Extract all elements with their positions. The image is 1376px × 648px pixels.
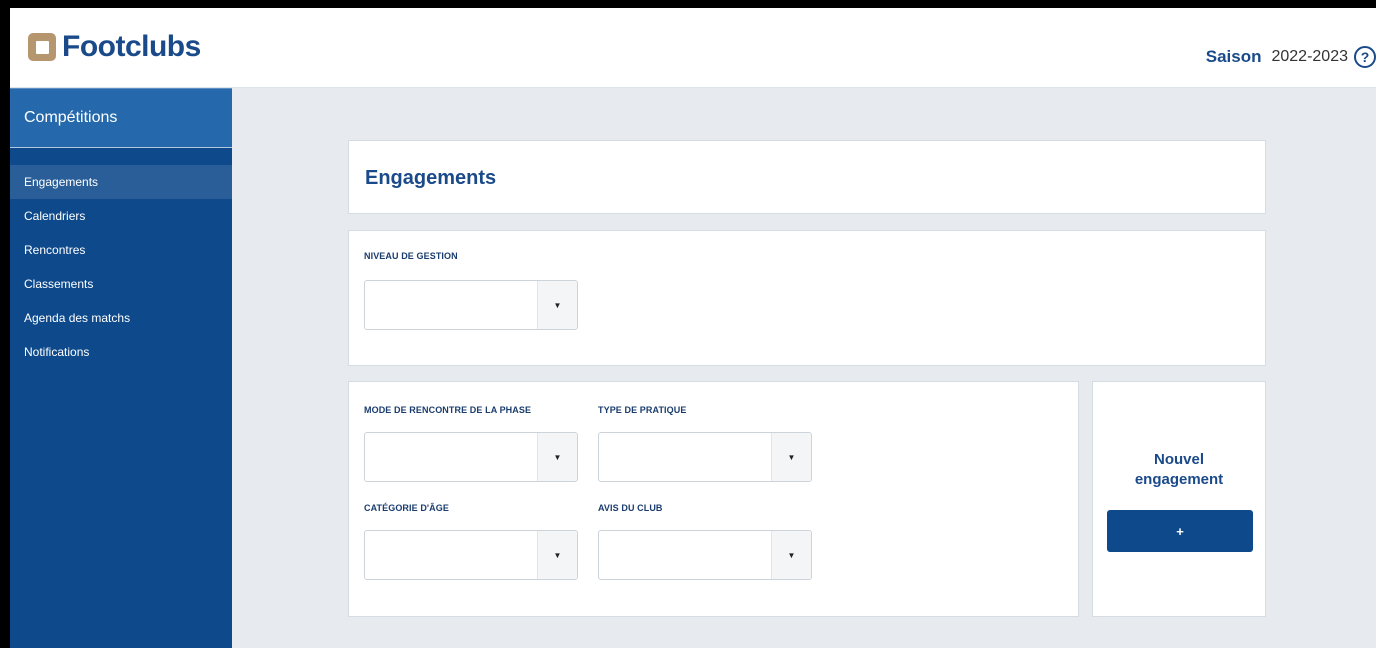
new-engagement-title-line2: engagement xyxy=(1134,471,1224,488)
sidebar-nav: Engagements Calendriers Rencontres Class… xyxy=(10,165,232,369)
chevron-down-icon[interactable]: ▼ xyxy=(537,433,577,481)
niveau-gestion-select[interactable]: ▼ xyxy=(364,280,578,330)
chevron-down-icon[interactable]: ▼ xyxy=(771,531,811,579)
sidebar-item-calendriers[interactable]: Calendriers xyxy=(10,199,232,233)
sidebar-item-classements[interactable]: Classements xyxy=(10,267,232,301)
new-engagement-title-line1: Nouvel xyxy=(1153,451,1204,468)
season-value: 2022-2023 xyxy=(1271,48,1348,65)
app-name: Footclubs xyxy=(62,30,201,63)
type-pratique-label: TYPE DE PRATIQUE xyxy=(598,405,687,415)
page-title: Engagements xyxy=(365,167,497,189)
mode-rencontre-label: MODE DE RENCONTRE DE LA PHASE xyxy=(364,405,532,415)
app-logo[interactable]: Footclubs xyxy=(28,32,201,62)
logo-square-icon xyxy=(28,33,56,61)
new-engagement-panel: Nouvel engagement + xyxy=(1092,381,1266,617)
new-engagement-title: Nouvel engagement xyxy=(1093,450,1265,490)
season-indicator: Saison 2022-2023 ? xyxy=(1206,46,1376,68)
type-pratique-select[interactable]: ▼ xyxy=(598,432,812,482)
mode-rencontre-select[interactable]: ▼ xyxy=(364,432,578,482)
sidebar-item-rencontres[interactable]: Rencontres xyxy=(10,233,232,267)
app-frame: Footclubs Saison 2022-2023 ? Compétition… xyxy=(10,8,1376,648)
avis-club-label: AVIS DU CLUB xyxy=(598,503,663,513)
plus-icon: + xyxy=(1176,523,1184,539)
niveau-gestion-panel: NIVEAU DE GESTION ▼ xyxy=(348,230,1266,366)
avis-club-select[interactable]: ▼ xyxy=(598,530,812,580)
sidebar-item-engagements[interactable]: Engagements xyxy=(10,165,232,199)
season-label: Saison xyxy=(1205,47,1262,66)
sidebar-item-notifications[interactable]: Notifications xyxy=(10,335,232,369)
sidebar-item-agenda[interactable]: Agenda des matchs xyxy=(10,301,232,335)
categorie-age-label: CATÉGORIE D'ÂGE xyxy=(364,503,449,513)
chevron-down-icon[interactable]: ▼ xyxy=(537,281,577,329)
add-engagement-button[interactable]: + xyxy=(1107,510,1253,552)
help-icon[interactable]: ? xyxy=(1354,46,1376,68)
niveau-gestion-label: NIVEAU DE GESTION xyxy=(364,251,458,261)
sidebar: Compétitions Engagements Calendriers Ren… xyxy=(10,88,232,648)
categorie-age-select[interactable]: ▼ xyxy=(364,530,578,580)
chevron-down-icon[interactable]: ▼ xyxy=(771,433,811,481)
page-title-panel: Engagements xyxy=(348,140,1266,214)
top-header: Footclubs Saison 2022-2023 ? xyxy=(10,8,1376,88)
chevron-down-icon[interactable]: ▼ xyxy=(537,531,577,579)
sidebar-title: Compétitions xyxy=(10,88,232,148)
filters-panel: MODE DE RENCONTRE DE LA PHASE TYPE DE PR… xyxy=(348,381,1079,617)
